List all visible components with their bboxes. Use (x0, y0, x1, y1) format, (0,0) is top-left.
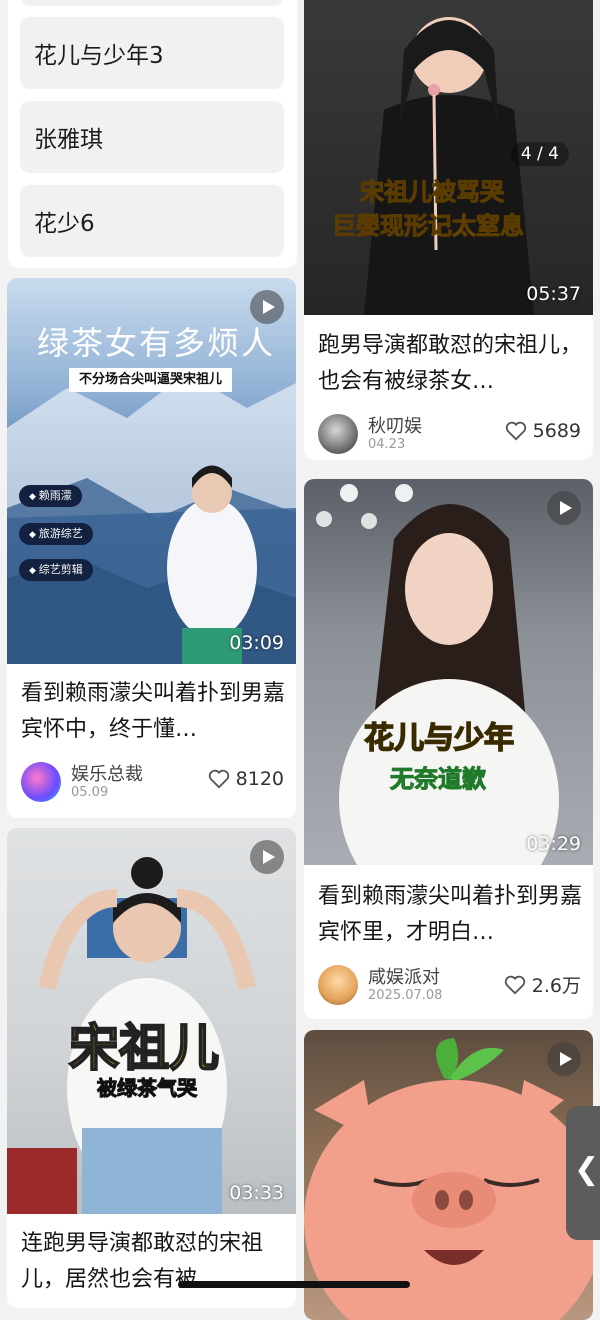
video-duration: 05:37 (526, 283, 581, 305)
post-date: 2025.07.08 (368, 988, 443, 1003)
side-drawer-handle[interactable]: ❮ (566, 1106, 600, 1240)
suggestion-item[interactable]: 花少6 (20, 185, 284, 257)
author-name[interactable]: 咸娱派对 (368, 963, 440, 989)
post-date: 04.23 (368, 437, 406, 452)
heart-icon[interactable] (504, 975, 526, 995)
play-icon[interactable] (250, 290, 284, 324)
overlay-tag: 旅游综艺 (19, 523, 93, 545)
suggestion-item[interactable]: 花儿与少年3 (20, 17, 284, 89)
video-card[interactable]: 宋祖儿 被绿茶气哭 03:33 连跑男导演都敢怼的宋祖儿，居然也会有被… (7, 828, 296, 1308)
video-duration: 03:09 (229, 632, 284, 654)
video-thumbnail[interactable]: 绿茶女有多烦人 不分场合尖叫逼哭宋祖儿 赖雨濛 旅游综艺 综艺剪辑 03:09 (7, 278, 296, 664)
play-icon[interactable] (547, 1042, 581, 1076)
pig-character (304, 1038, 593, 1320)
like-count-value: 2.6万 (531, 975, 581, 997)
video-thumbnail[interactable]: 花儿与少年 无奈道歉 03:29 (304, 479, 593, 865)
overlay-tag: 赖雨濛 (19, 485, 82, 507)
suggestion-item[interactable]: 张雅琪 (20, 101, 284, 173)
author-row: 咸娱派对 2025.07.08 2.6万 (318, 963, 581, 1007)
heart-icon[interactable] (505, 421, 527, 441)
post-date: 05.09 (71, 785, 109, 800)
video-card[interactable]: 宋祖儿被骂哭 巨婴现形记太窒息 4 / 4 05:37 跑男导演都敢怼的宋祖儿，… (304, 0, 593, 460)
home-indicator[interactable] (178, 1281, 410, 1288)
suggestion-item-partial[interactable] (20, 0, 284, 6)
video-thumbnail[interactable] (304, 1030, 593, 1320)
avatar[interactable] (318, 414, 358, 454)
overlay-line1: 宋祖儿被骂哭 (360, 178, 505, 207)
video-thumbnail[interactable]: 宋祖儿 被绿茶气哭 03:33 (7, 828, 296, 1214)
like-count-value: 5689 (532, 420, 581, 442)
overlay-line1: 花儿与少年 (363, 720, 515, 757)
like-count[interactable]: 5689 (505, 420, 581, 442)
overlay-line2: 巨婴现形记太窒息 (332, 212, 525, 241)
author-name[interactable]: 秋叨娱 (368, 412, 422, 438)
video-card[interactable]: 花儿与少年 无奈道歉 03:29 看到赖雨濛尖叫着扑到男嘉宾怀里，才明白… 咸娱… (304, 479, 593, 1019)
video-title[interactable]: 看到赖雨濛尖叫着扑到男嘉宾怀里，才明白… (318, 879, 583, 951)
video-card[interactable] (304, 1030, 593, 1320)
overlay-headline: 绿茶女有多烦人 (37, 324, 276, 362)
play-icon[interactable] (547, 491, 581, 525)
overlay-line2: 无奈道歉 (390, 765, 487, 794)
like-count[interactable]: 8120 (208, 768, 284, 790)
overlay-name: 宋祖儿 (68, 1018, 220, 1078)
image-counter: 4 / 4 (510, 142, 569, 166)
overlay-subtitle: 被绿茶气哭 (97, 1076, 198, 1101)
overlay-tag: 综艺剪辑 (19, 559, 93, 581)
video-thumbnail[interactable]: 宋祖儿被骂哭 巨婴现形记太窒息 4 / 4 05:37 (304, 0, 593, 315)
play-icon[interactable] (250, 840, 284, 874)
author-row: 娱乐总裁 05.09 8120 (21, 760, 284, 804)
video-duration: 03:33 (229, 1182, 284, 1204)
video-duration: 03:29 (526, 833, 581, 855)
video-card[interactable]: 绿茶女有多烦人 不分场合尖叫逼哭宋祖儿 赖雨濛 旅游综艺 综艺剪辑 03:09 … (7, 278, 296, 818)
author-row: 秋叨娱 04.23 5689 (318, 412, 581, 456)
video-title[interactable]: 看到赖雨濛尖叫着扑到男嘉宾怀中，终于懂… (21, 676, 286, 748)
author-name[interactable]: 娱乐总裁 (71, 760, 143, 786)
heart-icon[interactable] (208, 769, 230, 789)
video-title[interactable]: 跑男导演都敢怼的宋祖儿，也会有被绿茶女… (318, 328, 583, 400)
avatar[interactable] (318, 965, 358, 1005)
like-count-value: 8120 (235, 768, 284, 790)
person-figure (316, 484, 559, 865)
chevron-left-icon: ❮ (574, 1152, 600, 1187)
avatar[interactable] (21, 762, 61, 802)
overlay-banner: 不分场合尖叫逼哭宋祖儿 (69, 368, 233, 392)
like-count[interactable]: 2.6万 (504, 971, 581, 998)
search-suggestions-panel: 花儿与少年3 张雅琪 花少6 (8, 0, 297, 268)
